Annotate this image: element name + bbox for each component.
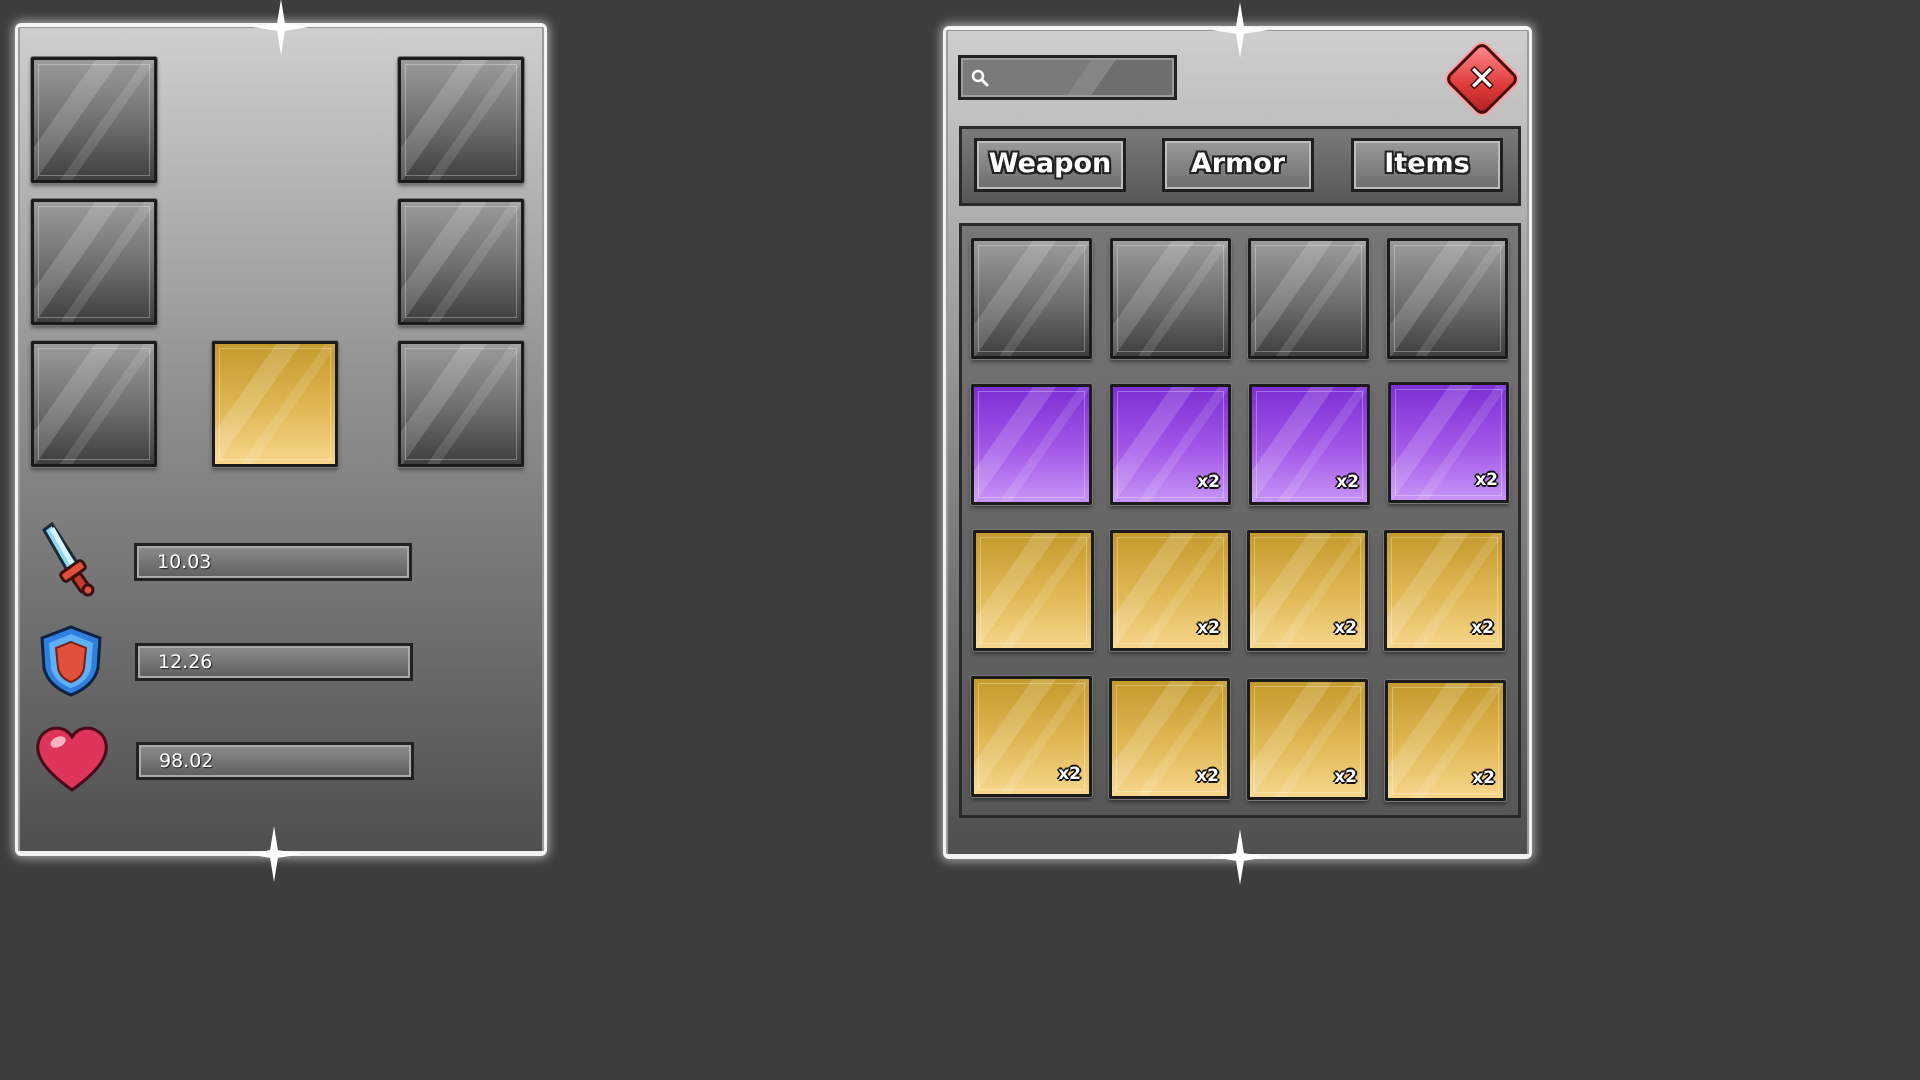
- tab-items[interactable]: Items: [1351, 138, 1503, 192]
- equip-slot-2[interactable]: [398, 57, 524, 183]
- search-icon: [971, 69, 989, 87]
- quantity-badge: x2: [1471, 618, 1494, 638]
- quantity-badge: x2: [1197, 618, 1220, 638]
- inventory-slot[interactable]: [971, 238, 1092, 359]
- search-input[interactable]: [958, 55, 1177, 100]
- health-stat-value: 98.02: [136, 742, 414, 780]
- star-ornament-icon: [1212, 2, 1268, 58]
- quantity-badge: x2: [1472, 768, 1495, 788]
- sword-icon: [42, 522, 95, 597]
- inventory-slot[interactable]: x2: [1110, 530, 1231, 651]
- defense-stat-value: 12.26: [135, 643, 413, 681]
- quantity-badge: x2: [1475, 470, 1498, 490]
- quantity-badge: x2: [1334, 618, 1357, 638]
- inventory-slot[interactable]: x2: [1249, 384, 1370, 505]
- inventory-slot[interactable]: x2: [1247, 679, 1368, 800]
- inventory-slot[interactable]: x2: [1385, 680, 1506, 801]
- quantity-badge: x2: [1196, 766, 1219, 786]
- attack-stat-value: 10.03: [134, 543, 412, 581]
- inventory-slot[interactable]: x2: [1110, 384, 1231, 505]
- inventory-slot[interactable]: [1387, 238, 1508, 359]
- quantity-badge: x2: [1336, 472, 1359, 492]
- shield-icon: [40, 625, 102, 697]
- inventory-slot[interactable]: x2: [1247, 530, 1368, 651]
- star-ornament-icon: [1212, 829, 1268, 885]
- inventory-slot[interactable]: x2: [1388, 382, 1509, 503]
- heart-icon: [36, 726, 108, 792]
- equip-slot-6[interactable]: [212, 341, 338, 467]
- equip-slot-5[interactable]: [31, 341, 157, 467]
- equip-slot-7[interactable]: [398, 341, 524, 467]
- equip-slot-3[interactable]: [31, 199, 157, 325]
- inventory-slot[interactable]: x2: [1109, 678, 1230, 799]
- inventory-slot[interactable]: [1248, 238, 1369, 359]
- inventory-slot[interactable]: x2: [1384, 530, 1505, 651]
- equip-slot-1[interactable]: [31, 57, 157, 183]
- inventory-slot[interactable]: x2: [971, 676, 1092, 797]
- quantity-badge: x2: [1058, 764, 1081, 784]
- star-ornament-icon: [253, 0, 309, 55]
- star-ornament-icon: [246, 826, 302, 882]
- inventory-slot[interactable]: [971, 384, 1092, 505]
- inventory-slot[interactable]: [973, 530, 1094, 651]
- tab-armor[interactable]: Armor: [1162, 138, 1314, 192]
- quantity-badge: x2: [1334, 767, 1357, 787]
- close-icon: ✕: [1467, 59, 1497, 99]
- equip-slot-4[interactable]: [398, 199, 524, 325]
- tab-weapon[interactable]: Weapon: [974, 138, 1126, 192]
- inventory-slot[interactable]: [1110, 238, 1231, 359]
- quantity-badge: x2: [1197, 472, 1220, 492]
